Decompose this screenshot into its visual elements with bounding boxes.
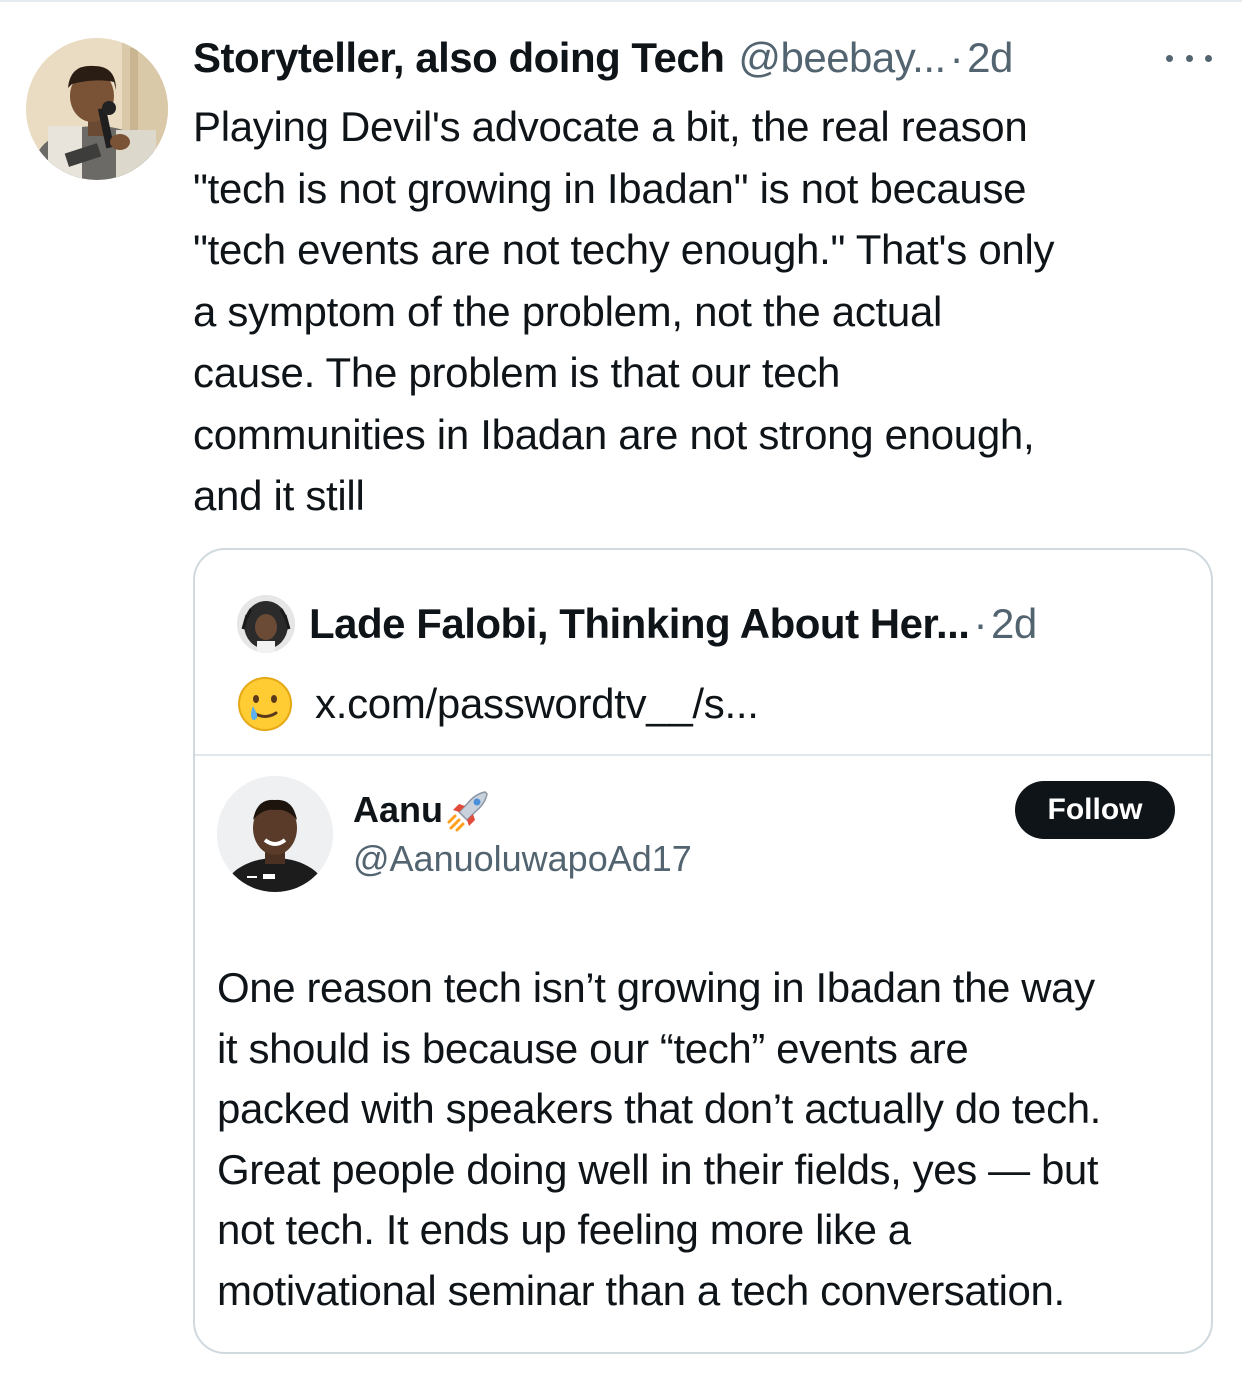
quoted-post-timestamp[interactable]: 2d [991,600,1037,648]
quote-divider [195,754,1211,756]
top-divider [0,0,1242,2]
post-text-line: a symptom of the problem, not the actual [193,287,943,335]
quoted-post-text: x.com/passwordtv__/s... [237,674,759,734]
post-text: Playing Devil's advocate a bit, the real… [193,96,1223,527]
author-avatar-image [26,38,168,180]
embedded-text-line: not tech. It ends up feeling more like a [217,1206,911,1253]
embedded-text-line: One reason tech isn’t growing in Ibadan … [217,964,1095,1011]
embedded-author-name-row: Aanu [353,786,493,834]
embedded-text-line: motivational seminar than a tech convers… [217,1266,1065,1314]
post-text-line: cause. The problem is that our tech [193,349,841,396]
quoted-author-avatar-image [237,595,295,653]
post-text-line: "tech is not growing in Ibadan" is not b… [193,164,1027,212]
embedded-author-name[interactable]: Aanu [353,789,443,831]
quoted-post-card[interactable]: Lade Falobi, Thinking About Her... · 2d … [193,548,1213,1354]
quoted-post-header: Lade Falobi, Thinking About Her... · 2d [237,594,1197,654]
separator-dot: · [949,34,964,81]
more-dot [1166,54,1173,62]
embedded-author-handle[interactable]: @AanuoluwapoAd17 [353,838,692,880]
embedded-text-line: it should is because our “tech” events a… [217,1024,969,1072]
post-timestamp[interactable]: 2d [967,34,1013,82]
post-text-line: communities in Ibadan are not strong eno… [193,410,1035,458]
post-text-line: "tech events are not techy enough." That… [193,226,1055,273]
embedded-text-line: packed with speakers that don’t actually… [217,1085,1101,1132]
author-handle[interactable]: @beebay... [738,34,946,82]
author-name[interactable]: Storyteller, also doing Tech [193,34,725,82]
embedded-post-text: One reason tech isn’t growing in Ibadan … [217,958,1207,1321]
post-header: Storyteller, also doing Tech @beebay... … [193,34,1233,88]
post-text-line: Playing Devil's advocate a bit, the real… [193,103,1028,150]
follow-button[interactable]: Follow [1015,781,1175,839]
quoted-author-avatar[interactable] [237,595,295,653]
author-avatar[interactable] [26,38,168,180]
separator-dot: · [973,600,987,647]
more-options-icon[interactable] [1166,46,1212,70]
embedded-text-line: Great people doing well in their fields,… [217,1145,1099,1193]
rocket-icon [447,791,488,832]
embedded-author-avatar[interactable] [217,776,333,892]
more-dot [1205,54,1212,62]
post-text-line: and it still [193,472,365,519]
quoted-post-link[interactable]: x.com/passwordtv__/s... [315,680,759,728]
crying-smile-emoji-icon [238,677,292,731]
more-dot [1185,54,1193,62]
embedded-author-avatar-image [217,776,333,892]
quoted-author-name[interactable]: Lade Falobi, Thinking About Her... [309,600,970,648]
